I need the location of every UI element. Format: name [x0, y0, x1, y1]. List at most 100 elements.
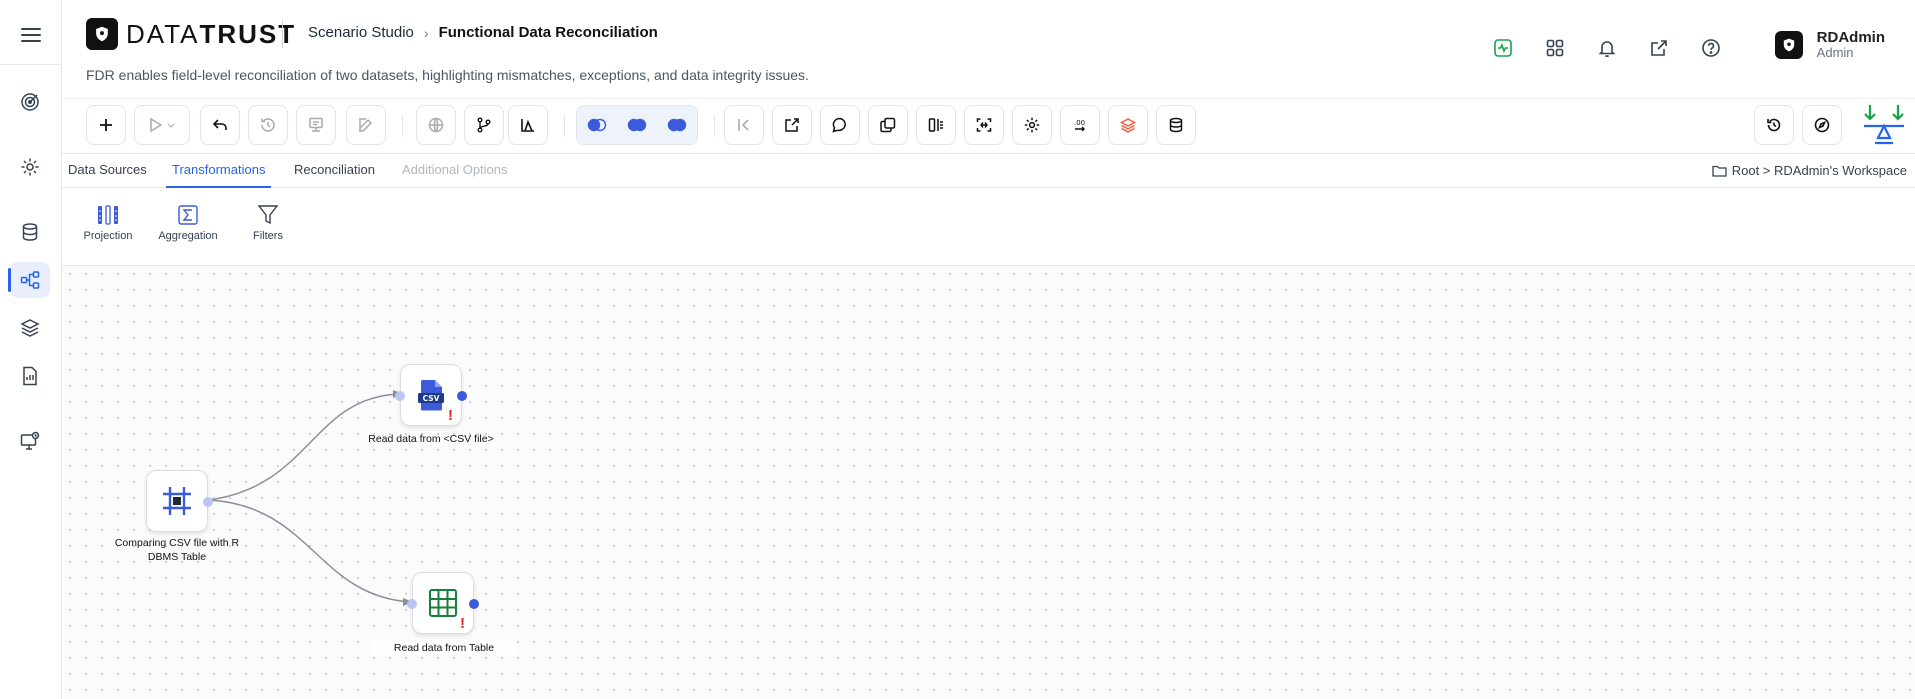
edge-source-to-csv: [208, 393, 402, 501]
inner-join-icon[interactable]: [617, 106, 657, 144]
edit-button[interactable]: [346, 105, 386, 145]
help-icon[interactable]: [1697, 34, 1725, 62]
restore-history-button[interactable]: [1754, 105, 1794, 145]
report-icon[interactable]: [10, 358, 50, 394]
user-role: Admin: [1816, 45, 1854, 60]
projection-icon: [98, 205, 118, 225]
edge-layer: [208, 390, 413, 606]
projection-label: Projection: [83, 230, 133, 242]
folder-icon: [1712, 165, 1727, 177]
workspace-path: Root > RDAdmin's Workspace: [1731, 163, 1907, 178]
transformation-palette: Projection Aggregation Filters: [62, 188, 1915, 266]
database-button[interactable]: [1156, 105, 1196, 145]
header-separator: [282, 20, 283, 48]
aggregation-tool[interactable]: Aggregation: [153, 204, 223, 242]
settings-button[interactable]: [1012, 105, 1052, 145]
toolbar-separator: [714, 115, 715, 137]
toolbar-separator: [402, 115, 403, 137]
input-port[interactable]: [407, 599, 417, 609]
brand-logo[interactable]: DATATRUST: [86, 18, 296, 50]
deploy-button[interactable]: [296, 105, 336, 145]
filters-tool[interactable]: Filters: [233, 204, 303, 242]
breadcrumb-section[interactable]: Scenario Studio: [308, 24, 414, 41]
node-read-table-label: Read data from Table: [372, 641, 516, 655]
workflow-icon[interactable]: [8, 262, 50, 298]
balance-scale-icon[interactable]: [1861, 103, 1907, 147]
node-comparison-label-line2: DBMS Table: [147, 551, 207, 563]
database-icon[interactable]: [10, 214, 50, 250]
brand-name: DATATRUST: [126, 19, 296, 50]
header-actions: [1489, 34, 1725, 62]
bell-icon[interactable]: [1593, 34, 1621, 62]
node-read-csv[interactable]: CSV !: [395, 364, 467, 426]
chevron-down-icon: [167, 123, 175, 128]
workflow-canvas[interactable]: Comparing CSV file with R DBMS Table CSV…: [62, 266, 1915, 699]
databricks-button[interactable]: [1108, 105, 1148, 145]
output-port[interactable]: [469, 599, 479, 609]
sigma-icon: [178, 205, 198, 225]
page-subtitle: FDR enables field-level reconciliation o…: [86, 67, 809, 83]
undo-button[interactable]: [200, 105, 240, 145]
apps-grid-icon[interactable]: [1541, 34, 1569, 62]
header: DATATRUST Scenario Studio › Functional D…: [62, 0, 1915, 92]
rail-divider: [0, 64, 62, 65]
tab-reconciliation[interactable]: Reconciliation: [288, 154, 381, 188]
layers-icon[interactable]: [10, 310, 50, 346]
warning-icon: !: [448, 407, 453, 424]
activity-icon[interactable]: [1489, 34, 1517, 62]
target-icon[interactable]: [10, 84, 50, 120]
csv-badge-text: CSV: [423, 394, 440, 403]
node-read-csv-label: Read data from <CSV file>: [368, 433, 494, 445]
workspace-breadcrumb[interactable]: Root > RDAdmin's Workspace: [1712, 163, 1907, 178]
brand-name-light: DATA: [126, 18, 200, 49]
join-type-toggle-group: [576, 105, 698, 145]
compass-button[interactable]: [1802, 105, 1842, 145]
filters-label: Filters: [253, 230, 283, 242]
tab-transformations[interactable]: Transformations: [166, 154, 272, 188]
warning-icon: !: [460, 615, 465, 632]
svg-text:.00: .00: [1074, 119, 1085, 127]
toolbar-separator: [564, 115, 565, 137]
add-button[interactable]: [86, 105, 126, 145]
branch-button[interactable]: [464, 105, 504, 145]
gear-icon[interactable]: [10, 149, 50, 185]
tab-data-sources[interactable]: Data Sources: [62, 154, 153, 188]
aggregation-label: Aggregation: [158, 230, 218, 242]
export-button[interactable]: [772, 105, 812, 145]
toolbar: .00: [62, 98, 1915, 154]
full-join-icon[interactable]: [657, 106, 697, 144]
run-button[interactable]: [134, 105, 190, 145]
filter-icon: [257, 205, 279, 225]
hamburger-menu-icon[interactable]: [18, 24, 44, 48]
breadcrumb: Scenario Studio › Functional Data Reconc…: [308, 24, 658, 41]
scan-button[interactable]: [964, 105, 1004, 145]
node-comparison-source[interactable]: [146, 470, 213, 532]
tab-bar: Data Sources Transformations Reconciliat…: [62, 154, 1915, 188]
copy-button[interactable]: [868, 105, 908, 145]
output-port[interactable]: [203, 497, 213, 507]
left-join-icon[interactable]: [577, 106, 617, 144]
chart-angle-button[interactable]: [508, 105, 548, 145]
compare-columns-button[interactable]: [916, 105, 956, 145]
node-read-table[interactable]: !: [407, 572, 479, 634]
avatar: [1774, 31, 1803, 59]
number-format-button[interactable]: .00: [1060, 105, 1100, 145]
user-menu[interactable]: RDAdmin Admin: [1774, 29, 1885, 60]
chevron-right-icon: ›: [423, 24, 429, 41]
monitor-icon[interactable]: [10, 423, 50, 459]
output-port[interactable]: [457, 391, 467, 401]
frame-crop-icon: [163, 487, 191, 515]
projection-tool[interactable]: Projection: [73, 204, 143, 242]
user-name: RDAdmin: [1816, 29, 1885, 46]
page-title: Functional Data Reconciliation: [438, 24, 658, 41]
node-comparison-label-line1: Comparing CSV file with R: [114, 537, 240, 549]
input-port[interactable]: [395, 391, 405, 401]
globe-button[interactable]: [416, 105, 456, 145]
tab-additional-options: Additional Options: [402, 162, 508, 177]
external-link-icon[interactable]: [1645, 34, 1673, 62]
history-button[interactable]: [248, 105, 288, 145]
shield-icon: [86, 18, 118, 50]
node-comparison-label: Comparing CSV file with R DBMS Table: [106, 536, 248, 564]
collapse-panel-button[interactable]: [724, 105, 764, 145]
comment-button[interactable]: [820, 105, 860, 145]
